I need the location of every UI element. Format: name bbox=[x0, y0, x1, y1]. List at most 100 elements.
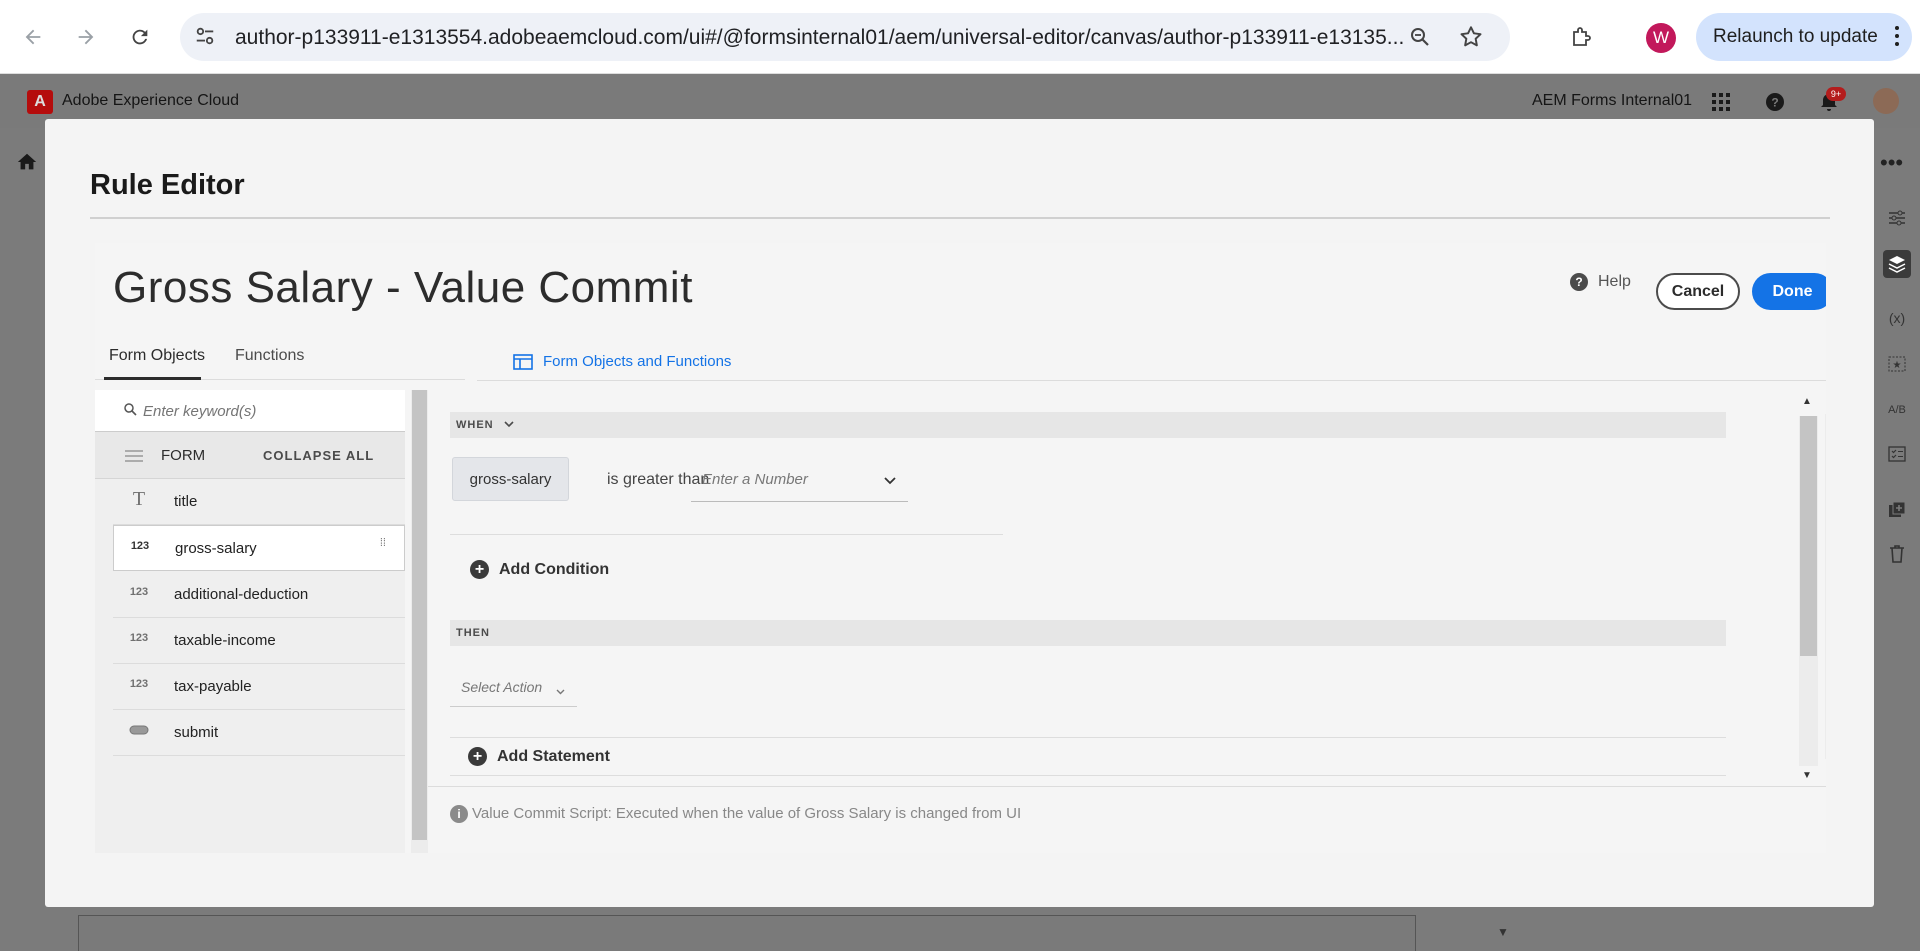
condition-value-dropdown[interactable]: Enter a Number bbox=[691, 457, 908, 502]
add-circle-icon: + bbox=[468, 747, 487, 766]
active-tab-indicator bbox=[104, 377, 201, 380]
help-label: Help bbox=[1598, 273, 1631, 290]
relaunch-button[interactable]: Relaunch to update bbox=[1696, 13, 1912, 61]
right-rail: (x) ★ A/B bbox=[1875, 200, 1920, 580]
then-section-header: THEN bbox=[450, 620, 1726, 646]
number-type-icon: 123 bbox=[130, 540, 150, 552]
tree-item-taxable-income[interactable]: 123 taxable-income bbox=[113, 618, 405, 664]
zoom-icon[interactable] bbox=[1408, 25, 1432, 54]
more-horiz-icon[interactable]: ••• bbox=[1880, 150, 1903, 176]
condition-field-chip[interactable]: gross-salary bbox=[452, 457, 569, 501]
canvas-field-preview bbox=[78, 915, 1416, 951]
add-statement-button[interactable]: + Add Statement bbox=[468, 747, 610, 766]
tree-item-additional-deduction[interactable]: 123 additional-deduction bbox=[113, 572, 405, 618]
when-section-header[interactable]: WHEN bbox=[450, 412, 1726, 438]
tab-functions[interactable]: Functions bbox=[235, 347, 304, 365]
form-objects-functions-label: Form Objects and Functions bbox=[543, 353, 732, 370]
add-condition-label: Add Condition bbox=[499, 560, 610, 578]
rule-editor-modal: Rule Editor Gross Salary - Value Commit … bbox=[45, 119, 1874, 907]
bookmark-star-icon[interactable] bbox=[1458, 24, 1484, 55]
form-root-row[interactable]: FORM COLLAPSE ALL bbox=[95, 432, 405, 479]
add-condition-button[interactable]: + Add Condition bbox=[470, 560, 609, 579]
divider bbox=[90, 217, 1830, 219]
left-panel-scrollbar[interactable] bbox=[411, 390, 428, 853]
variables-icon[interactable]: (x) bbox=[1883, 304, 1911, 332]
chevron-down-icon bbox=[556, 682, 565, 700]
browser-toolbar: author-p133911-e1313554.adobeaemcloud.co… bbox=[0, 0, 1920, 74]
checklist-icon[interactable] bbox=[1883, 440, 1911, 468]
divider bbox=[477, 380, 1826, 381]
cancel-button[interactable]: Cancel bbox=[1656, 273, 1740, 310]
back-icon[interactable] bbox=[16, 20, 50, 54]
ab-test-icon[interactable]: A/B bbox=[1883, 396, 1911, 424]
adobe-logo-icon: A bbox=[27, 90, 53, 114]
number-type-icon: 123 bbox=[129, 586, 149, 598]
tree-item-label: gross-salary bbox=[175, 540, 257, 557]
site-settings-icon[interactable] bbox=[194, 25, 216, 52]
rule-scrollbar[interactable] bbox=[1799, 416, 1818, 766]
event-description: Value Commit Script: Executed when the v… bbox=[472, 805, 1022, 822]
favorite-box-icon[interactable]: ★ bbox=[1883, 350, 1911, 378]
rule-title: Gross Salary - Value Commit bbox=[113, 263, 693, 312]
search-icon bbox=[123, 402, 137, 421]
extensions-icon[interactable] bbox=[1565, 20, 1599, 54]
add-component-icon[interactable] bbox=[1883, 496, 1911, 524]
search-input[interactable] bbox=[143, 399, 393, 423]
event-info-bar: i Value Commit Script: Executed when the… bbox=[428, 786, 1826, 853]
object-tabs: Form Objects Functions bbox=[95, 327, 465, 380]
modal-title: Rule Editor bbox=[90, 169, 245, 201]
form-objects-functions-toggle[interactable]: Form Objects and Functions bbox=[513, 353, 731, 370]
tree-item-label: additional-deduction bbox=[174, 586, 309, 603]
user-avatar[interactable] bbox=[1873, 88, 1899, 114]
drag-handle-icon[interactable]: ⁞⁞ bbox=[380, 538, 386, 549]
help-circle-icon: ? bbox=[1570, 273, 1588, 291]
tree-item-label: taxable-income bbox=[174, 632, 276, 649]
tab-form-objects[interactable]: Form Objects bbox=[109, 347, 205, 365]
address-bar[interactable]: author-p133911-e1313554.adobeaemcloud.co… bbox=[180, 13, 1510, 61]
svg-text:?: ? bbox=[1771, 96, 1778, 110]
scrollbar-thumb[interactable] bbox=[1800, 416, 1817, 656]
panel-toggle-icon bbox=[513, 353, 533, 370]
reload-icon[interactable] bbox=[123, 20, 157, 54]
org-switcher[interactable]: AEM Forms Internal01 bbox=[1532, 92, 1692, 110]
chevron-down-icon bbox=[504, 421, 514, 428]
forward-icon[interactable] bbox=[69, 20, 103, 54]
form-objects-panel: FORM COLLAPSE ALL T title 123 gross-sala… bbox=[95, 390, 405, 853]
rule-scrollbar-outer[interactable] bbox=[1825, 414, 1826, 759]
help-icon[interactable]: ? bbox=[1763, 90, 1787, 114]
tree-item-label: tax-payable bbox=[174, 678, 252, 695]
done-button[interactable]: Done bbox=[1752, 273, 1826, 310]
tree-item-gross-salary[interactable]: 123 gross-salary ⁞⁞ bbox=[113, 525, 405, 571]
info-icon: i bbox=[450, 805, 468, 823]
profile-avatar[interactable]: W bbox=[1646, 23, 1676, 53]
tree-item-label: title bbox=[174, 493, 198, 510]
tree-item-tax-payable[interactable]: 123 tax-payable bbox=[113, 664, 405, 710]
properties-sliders-icon[interactable] bbox=[1883, 204, 1911, 232]
home-icon[interactable] bbox=[16, 151, 38, 178]
delete-icon[interactable] bbox=[1883, 540, 1911, 568]
search-field[interactable] bbox=[95, 390, 405, 432]
divider bbox=[450, 775, 1726, 776]
tree-item-title[interactable]: T title bbox=[113, 479, 405, 525]
button-type-icon bbox=[127, 724, 151, 739]
product-name: Adobe Experience Cloud bbox=[62, 92, 240, 109]
help-link[interactable]: ? Help bbox=[1570, 273, 1631, 291]
scroll-up-icon[interactable]: ▲ bbox=[1802, 396, 1812, 407]
action-placeholder: Select Action bbox=[461, 679, 543, 695]
scrollbar-thumb[interactable] bbox=[412, 390, 427, 840]
notification-badge: 9+ bbox=[1826, 87, 1846, 101]
url-text[interactable]: author-p133911-e1313554.adobeaemcloud.co… bbox=[235, 26, 1415, 50]
select-action-dropdown[interactable]: Select Action bbox=[450, 665, 577, 707]
scroll-down-icon[interactable]: ▼ bbox=[1802, 770, 1812, 781]
then-label: THEN bbox=[456, 627, 490, 639]
collapse-all-button[interactable]: COLLAPSE ALL bbox=[263, 448, 374, 463]
tree-item-label: submit bbox=[174, 724, 219, 741]
layers-icon[interactable] bbox=[1883, 250, 1911, 278]
scroll-down-icon[interactable]: ▼ bbox=[1497, 925, 1509, 939]
tree-item-submit[interactable]: submit bbox=[113, 710, 405, 756]
rule-editor-panel: Gross Salary - Value Commit ? Help Cance… bbox=[95, 243, 1826, 853]
chevron-down-icon bbox=[884, 472, 896, 490]
more-vert-icon[interactable] bbox=[1894, 25, 1900, 53]
apps-grid-icon[interactable] bbox=[1709, 90, 1733, 114]
value-placeholder: Enter a Number bbox=[702, 471, 808, 488]
